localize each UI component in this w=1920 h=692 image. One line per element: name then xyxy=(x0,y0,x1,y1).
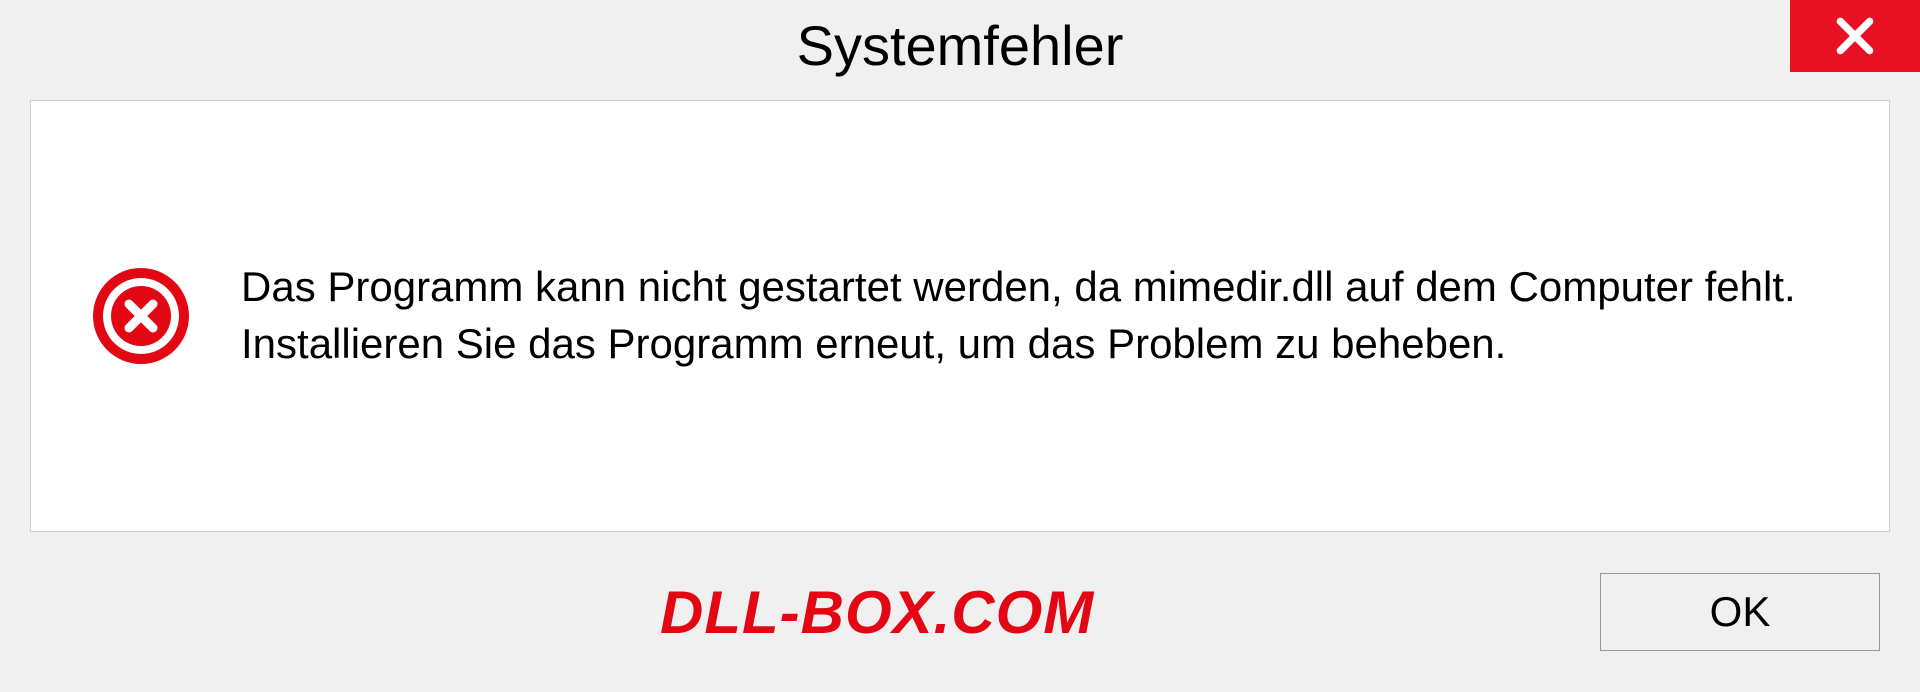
error-dialog: Systemfehler Das Programm kann nicht ges… xyxy=(0,0,1920,692)
error-message: Das Programm kann nicht gestartet werden… xyxy=(241,259,1829,372)
ok-button-label: OK xyxy=(1710,588,1771,636)
titlebar: Systemfehler xyxy=(0,0,1920,90)
ok-button[interactable]: OK xyxy=(1600,573,1880,651)
content-area: Das Programm kann nicht gestartet werden… xyxy=(30,100,1890,532)
footer: DLL-BOX.COM OK xyxy=(0,552,1920,692)
close-button[interactable] xyxy=(1790,0,1920,72)
watermark-text: DLL-BOX.COM xyxy=(660,578,1094,647)
dialog-title: Systemfehler xyxy=(797,13,1124,78)
error-icon xyxy=(91,266,191,366)
close-icon xyxy=(1833,14,1877,58)
